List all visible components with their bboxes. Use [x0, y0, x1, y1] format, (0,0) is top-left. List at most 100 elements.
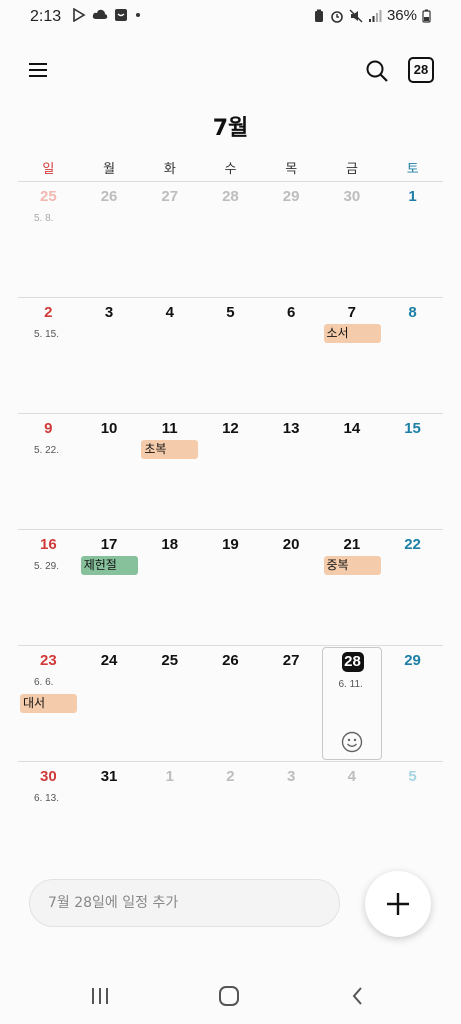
day-cell[interactable]: 29 — [261, 182, 322, 297]
lunar-date: 6. 6. — [34, 677, 54, 688]
day-number: 24 — [100, 652, 118, 669]
event-chip[interactable]: 초복 — [141, 440, 199, 459]
day-cell[interactable]: 25 5. 8. — [18, 182, 79, 297]
day-cell[interactable]: 20 — [261, 530, 322, 645]
day-number: 30 — [343, 188, 361, 205]
day-cell[interactable]: 1 — [139, 762, 200, 877]
status-bar: 2:13 36% — [0, 0, 461, 34]
status-time: 2:13 — [30, 8, 62, 25]
add-event-input[interactable]: 7월 28일에 일정 추가 — [29, 879, 340, 927]
day-cell[interactable]: 11 초복 — [139, 414, 200, 529]
day-cell[interactable]: 30 6. 13. — [18, 762, 79, 877]
day-cell[interactable]: 31 — [79, 762, 140, 877]
today-button[interactable]: 28 — [408, 57, 434, 83]
day-cell[interactable]: 27 — [261, 646, 322, 761]
lunar-date: 5. 8. — [34, 213, 54, 224]
menu-icon[interactable] — [26, 58, 50, 82]
calendar-grid: 25 5. 8. 26 27 28 29 30 1 2 5. 15. 3 4 5… — [18, 181, 443, 877]
day-cell[interactable]: 5 — [382, 762, 443, 877]
day-cell[interactable]: 3 — [261, 762, 322, 877]
day-cell[interactable]: 10 — [79, 414, 140, 529]
day-number: 6 — [286, 304, 296, 321]
event-chip[interactable]: 제헌절 — [80, 556, 138, 575]
weekday-label: 금 — [345, 162, 358, 177]
day-number: 5 — [226, 304, 235, 321]
calendar-week: 2 5. 15. 3 4 5 6 7 소서 8 — [18, 297, 443, 413]
day-number: 12 — [222, 420, 239, 437]
day-number: 28 — [222, 188, 239, 205]
day-number: 10 — [100, 420, 118, 437]
status-right: 36% — [313, 7, 431, 24]
smiley-sticker-icon[interactable] — [341, 731, 363, 753]
back-icon[interactable] — [346, 984, 370, 1008]
day-cell[interactable]: 13 — [261, 414, 322, 529]
day-cell[interactable]: 8 — [382, 298, 443, 413]
day-cell[interactable]: 1 — [382, 182, 443, 297]
app-icon — [115, 9, 127, 21]
calendar-week: 25 5. 8. 26 27 28 29 30 1 — [18, 181, 443, 297]
day-cell[interactable]: 28 — [200, 182, 261, 297]
day-cell[interactable]: 15 — [382, 414, 443, 529]
lunar-date: 5. 29. — [34, 561, 60, 572]
cloud-icon — [92, 9, 108, 19]
day-number: 25 — [40, 188, 57, 205]
day-cell[interactable]: 21 중복 — [322, 530, 383, 645]
day-number: 8 — [408, 304, 417, 321]
day-cell[interactable]: 3 — [79, 298, 140, 413]
event-chip[interactable]: 소서 — [323, 324, 381, 343]
plus-icon — [387, 893, 409, 915]
day-cell[interactable]: 14 — [322, 414, 383, 529]
alarm-icon — [331, 10, 343, 23]
day-cell[interactable]: 12 — [200, 414, 261, 529]
day-cell[interactable]: 19 — [200, 530, 261, 645]
day-number: 16 — [40, 536, 57, 553]
day-number: 25 — [161, 652, 179, 669]
month-title[interactable]: 7월 — [0, 110, 461, 142]
day-cell[interactable]: 29 — [382, 646, 443, 761]
day-cell[interactable]: 24 — [79, 646, 140, 761]
day-cell[interactable]: 4 — [322, 762, 383, 877]
weekday-label: 토 — [406, 162, 419, 177]
home-icon[interactable] — [217, 984, 241, 1008]
day-number: 19 — [222, 536, 239, 553]
day-cell[interactable]: 26 — [79, 182, 140, 297]
day-number: 9 — [44, 420, 53, 437]
day-cell[interactable]: 2 — [200, 762, 261, 877]
system-nav-bar — [0, 972, 461, 1020]
app-bar: 28 — [0, 50, 461, 94]
day-cell[interactable]: 16 5. 29. — [18, 530, 79, 645]
day-cell[interactable]: 6 — [261, 298, 322, 413]
lunar-date: 5. 22. — [34, 445, 60, 456]
day-cell[interactable]: 18 — [139, 530, 200, 645]
day-cell[interactable]: 30 — [322, 182, 383, 297]
weekday-label: 월 — [103, 162, 116, 177]
today-cell[interactable]: 28 6. 11. — [321, 647, 382, 760]
day-cell[interactable]: 23 6. 6. 대서 — [18, 646, 79, 761]
search-icon[interactable] — [364, 58, 390, 84]
day-number: 18 — [161, 536, 179, 553]
add-event-button[interactable] — [365, 871, 431, 937]
day-cell[interactable]: 27 — [139, 182, 200, 297]
day-cell[interactable]: 22 — [382, 530, 443, 645]
day-cell[interactable]: 7 소서 — [322, 298, 383, 413]
day-number: 1 — [408, 188, 417, 205]
day-cell[interactable]: 5 — [200, 298, 261, 413]
day-number: 21 — [343, 536, 361, 553]
day-cell[interactable]: 25 — [139, 646, 200, 761]
calendar-week: 30 6. 13. 31 1 2 3 4 5 — [18, 761, 443, 877]
event-chip[interactable]: 대서 — [20, 694, 77, 713]
day-number: 2 — [44, 304, 53, 321]
day-cell[interactable]: 9 5. 22. — [18, 414, 79, 529]
event-chip[interactable]: 중복 — [323, 556, 381, 575]
play-store-icon — [73, 8, 86, 22]
day-cell[interactable]: 2 5. 15. — [18, 298, 79, 413]
day-number: 13 — [282, 420, 300, 437]
recent-apps-icon[interactable] — [88, 984, 112, 1008]
day-number: 14 — [343, 420, 361, 437]
day-number: 3 — [286, 768, 296, 785]
day-cell[interactable]: 17 제헌절 — [79, 530, 140, 645]
day-cell[interactable]: 26 — [200, 646, 261, 761]
day-number: 4 — [347, 768, 357, 785]
day-cell[interactable]: 4 — [139, 298, 200, 413]
day-number: 31 — [100, 768, 118, 785]
